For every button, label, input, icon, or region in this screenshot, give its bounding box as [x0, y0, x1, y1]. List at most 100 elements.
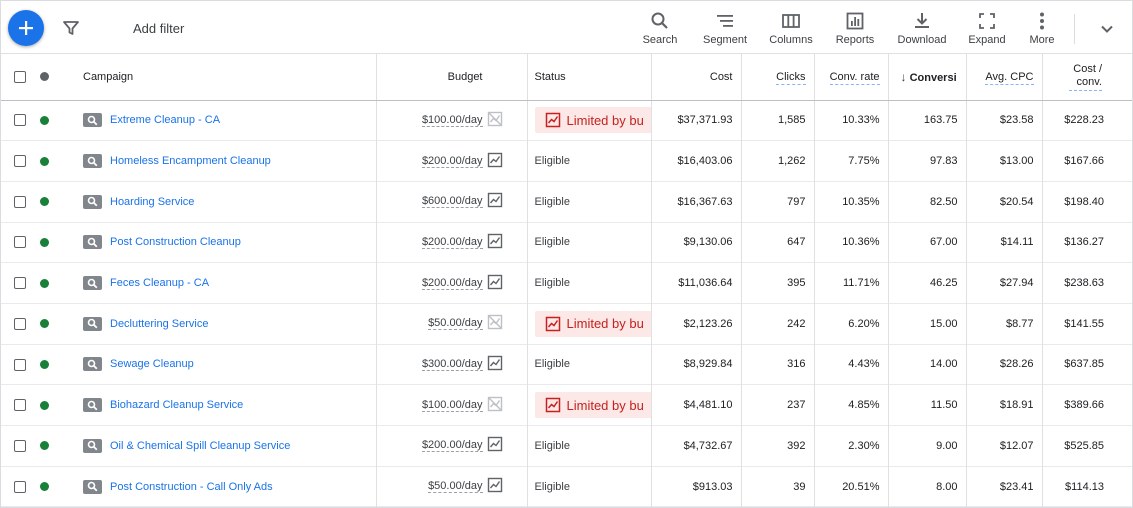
enabled-status-dot[interactable] [40, 319, 49, 329]
row-checkbox[interactable] [13, 358, 26, 371]
campaign-name-link[interactable]: Extreme Cleanup - CA [110, 114, 220, 126]
row-checkbox[interactable] [13, 114, 26, 127]
table-row[interactable]: Homeless Encampment Cleanup $200.00/day … [1, 140, 1132, 182]
add-campaign-button[interactable] [8, 10, 44, 46]
limited-by-budget-badge[interactable]: Limited by bu [534, 310, 651, 337]
budget-header[interactable]: Budget [375, 54, 527, 101]
cost-cell: $9,130.06 [650, 222, 741, 263]
segment-button[interactable]: Segment [701, 11, 749, 49]
enabled-status-dot[interactable] [40, 360, 49, 370]
enabled-status-dot[interactable] [40, 400, 49, 410]
row-checkbox[interactable] [13, 480, 26, 493]
enabled-status-dot[interactable] [40, 238, 49, 247]
select-all-checkbox[interactable] [13, 70, 26, 83]
filter-icon[interactable] [62, 19, 80, 42]
row-select-cell [1, 141, 34, 182]
avg-cpc-header[interactable]: Avg. CPC [965, 54, 1042, 101]
budget-amount[interactable]: $100.00/day [421, 114, 483, 127]
budget-trend-icon[interactable] [487, 152, 503, 171]
conv-rate-header[interactable]: Conv. rate [813, 54, 888, 101]
row-checkbox[interactable] [13, 155, 26, 168]
campaign-name-link[interactable]: Biohazard Cleanup Service [110, 399, 243, 411]
campaign-name-link[interactable]: Post Construction Cleanup [110, 236, 241, 248]
budget-amount[interactable]: $200.00/day [421, 439, 483, 453]
budget-amount[interactable]: $50.00/day [428, 480, 483, 494]
campaign-name-link[interactable]: Oil & Chemical Spill Cleanup Service [110, 440, 290, 452]
campaign-name-link[interactable]: Post Construction - Call Only Ads [110, 481, 273, 493]
enabled-status-dot[interactable] [40, 278, 49, 288]
table-row[interactable]: Post Construction - Call Only Ads $50.00… [1, 466, 1132, 507]
budget-trend-icon[interactable] [487, 477, 503, 496]
cost-cell: $4,481.10 [650, 384, 741, 426]
cost-conv-cell: $389.66 [1041, 384, 1132, 426]
enabled-status-dot[interactable] [40, 197, 49, 207]
enabled-status-dot[interactable] [40, 115, 49, 125]
expand-button[interactable]: Expand [967, 11, 1007, 49]
budget-trend-icon[interactable] [487, 436, 503, 455]
row-checkbox[interactable] [13, 236, 26, 249]
search-button[interactable]: Search [642, 11, 678, 49]
budget-trend-icon[interactable] [487, 314, 503, 333]
row-status-dot-cell [34, 222, 74, 263]
budget-trend-icon[interactable] [487, 111, 503, 130]
budget-amount[interactable]: $200.00/day [421, 155, 483, 168]
more-button[interactable]: More [1025, 11, 1059, 49]
conversions-header-label: Conversi [909, 71, 957, 84]
campaign-name-link[interactable]: Hoarding Service [110, 196, 194, 208]
status-header[interactable]: Status [526, 54, 651, 101]
campaign-name-link[interactable]: Sewage Cleanup [110, 358, 194, 370]
status-cell: Eligible [526, 222, 651, 263]
campaign-name-link[interactable]: Feces Cleanup - CA [110, 277, 209, 289]
enabled-status-dot[interactable] [40, 156, 49, 166]
conversions-cell: 14.00 [887, 344, 966, 385]
table-row[interactable]: Feces Cleanup - CA $200.00/day Eligible … [1, 262, 1132, 304]
columns-button[interactable]: Columns [767, 11, 815, 49]
budget-amount[interactable]: $200.00/day [421, 236, 483, 249]
status-text: Eligible [534, 480, 570, 493]
enabled-status-dot[interactable] [40, 482, 49, 492]
row-checkbox[interactable] [13, 399, 26, 412]
search-campaign-icon [83, 276, 102, 291]
row-checkbox[interactable] [13, 317, 26, 330]
budget-trend-icon[interactable] [487, 396, 503, 415]
budget-trend-icon[interactable] [487, 233, 503, 252]
cost-header[interactable]: Cost [650, 54, 741, 101]
campaign-name-link[interactable]: Homeless Encampment Cleanup [110, 155, 271, 167]
download-button[interactable]: Download [895, 11, 949, 49]
budget-amount[interactable]: $50.00/day [428, 317, 483, 331]
reports-button[interactable]: Reports [833, 11, 877, 49]
table-row[interactable]: Extreme Cleanup - CA $100.00/day Limited… [1, 100, 1132, 141]
status-filter-dot[interactable] [40, 72, 49, 82]
table-row[interactable]: Biohazard Cleanup Service $100.00/day Li… [1, 384, 1132, 426]
avg-cpc-cell: $27.94 [965, 262, 1042, 304]
campaign-name-link[interactable]: Decluttering Service [110, 318, 208, 330]
enabled-status-dot[interactable] [40, 441, 49, 451]
budget-trend-icon[interactable] [487, 192, 503, 211]
budget-trend-icon[interactable] [487, 274, 503, 293]
table-row[interactable]: Oil & Chemical Spill Cleanup Service $20… [1, 425, 1132, 467]
conversions-cell: 82.50 [887, 181, 966, 223]
table-row[interactable]: Hoarding Service $600.00/day Eligible $1… [1, 181, 1132, 223]
clicks-cell: 392 [740, 425, 814, 467]
cost-cell: $11,036.64 [650, 262, 741, 304]
row-checkbox[interactable] [13, 439, 26, 452]
budget-amount[interactable]: $600.00/day [421, 195, 483, 209]
budget-amount[interactable]: $200.00/day [421, 277, 483, 290]
add-filter-link[interactable]: Add filter [133, 21, 184, 36]
limited-by-budget-badge[interactable]: Limited by bu [534, 107, 651, 134]
cost-conv-header[interactable]: Cost / conv. [1041, 54, 1132, 101]
row-checkbox[interactable] [13, 195, 26, 208]
conversions-header[interactable]: ↓ Conversi [887, 54, 966, 101]
budget-trend-icon[interactable] [487, 355, 503, 374]
budget-amount[interactable]: $100.00/day [421, 399, 483, 412]
limited-by-budget-badge[interactable]: Limited by bu [534, 392, 651, 419]
collapse-chevron-icon[interactable] [1098, 20, 1116, 43]
clicks-header[interactable]: Clicks [740, 54, 814, 101]
table-row[interactable]: Sewage Cleanup $300.00/day Eligible $8,9… [1, 344, 1132, 385]
table-row[interactable]: Decluttering Service $50.00/day Limited … [1, 303, 1132, 345]
status-text: Limited by bu [566, 397, 644, 413]
budget-amount[interactable]: $300.00/day [421, 358, 483, 371]
row-checkbox[interactable] [13, 277, 26, 290]
table-row[interactable]: Post Construction Cleanup $200.00/day El… [1, 222, 1132, 263]
campaign-header[interactable]: Campaign [74, 54, 376, 101]
